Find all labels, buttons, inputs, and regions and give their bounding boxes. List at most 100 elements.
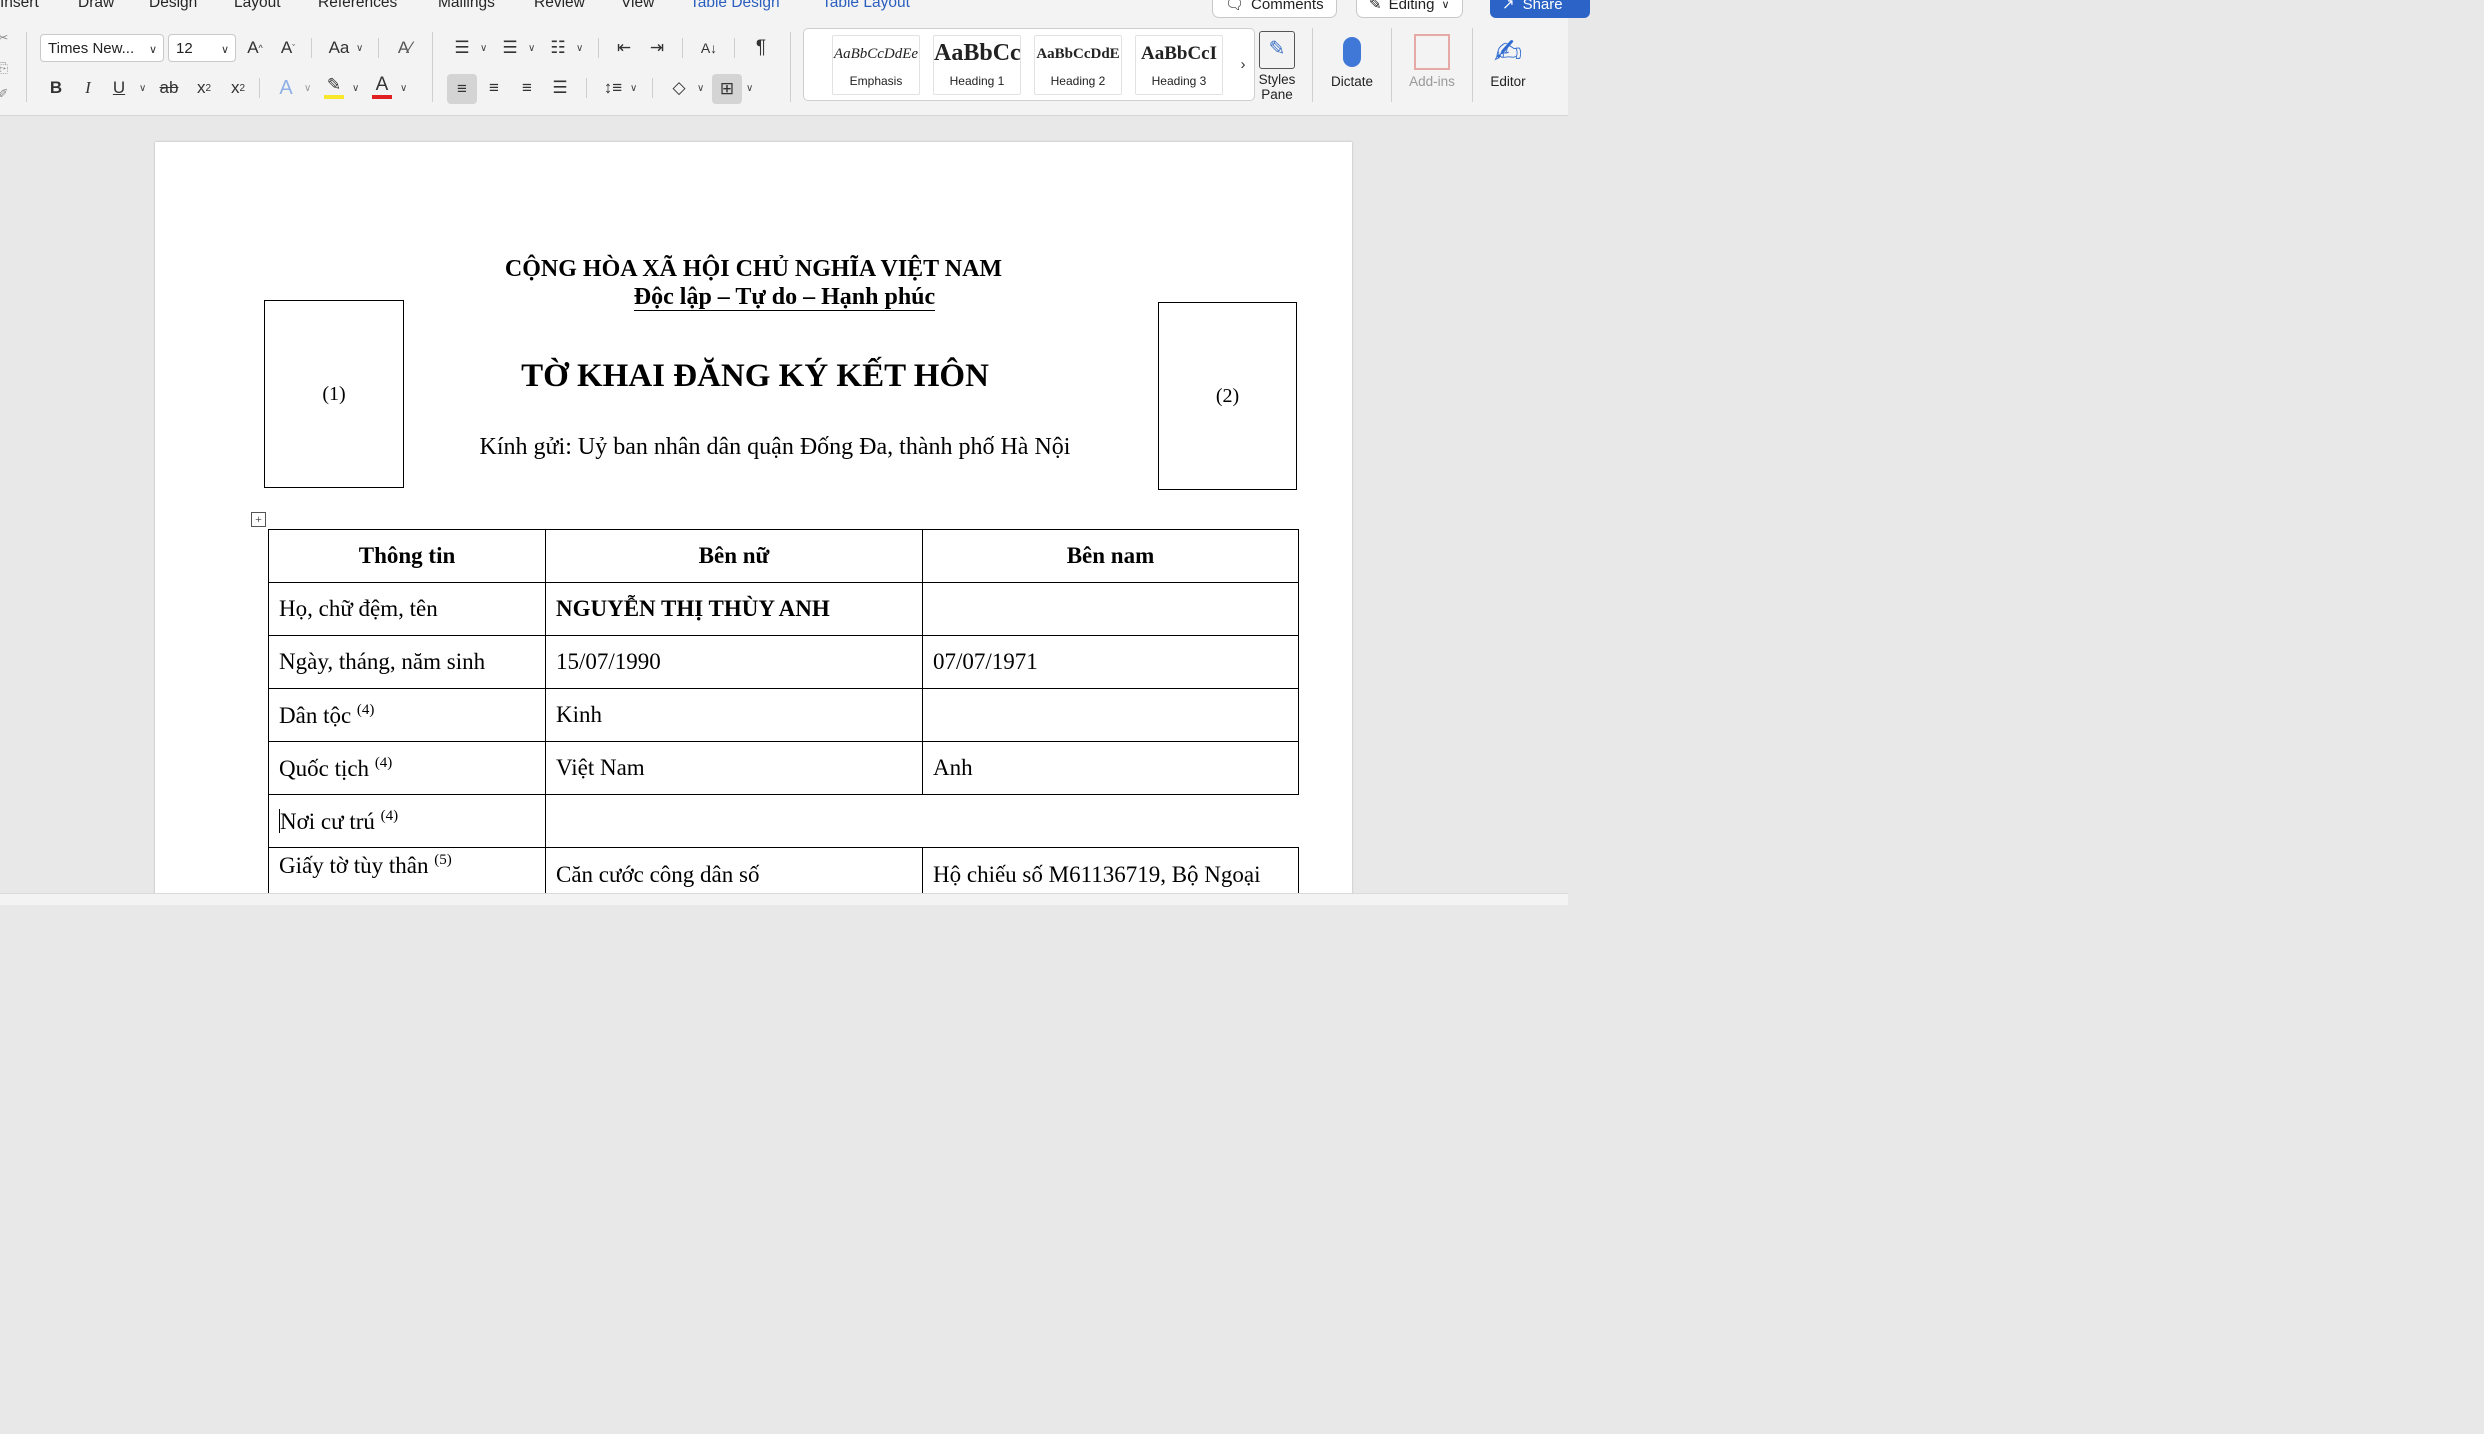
female-value-cell[interactable]: Việt Nam	[545, 741, 923, 795]
style-sample: AaBbCcDdE	[1036, 46, 1120, 62]
male-value-cell[interactable]: Anh	[922, 741, 1299, 795]
tab-review[interactable]: Review	[534, 0, 585, 12]
change-case-icon[interactable]: Aa	[325, 36, 353, 60]
superscript-icon[interactable]: x2	[226, 76, 250, 100]
male-value-cell[interactable]	[922, 688, 1299, 742]
footnote-ref: (4)	[380, 807, 399, 824]
chevron-down-icon[interactable]: ∨	[630, 83, 637, 94]
style-emphasis[interactable]: AaBbCcDdEe Emphasis	[832, 35, 920, 95]
chevron-down-icon[interactable]: ∨	[139, 83, 146, 94]
chevron-down-icon[interactable]: ∨	[356, 43, 363, 54]
numbering-icon[interactable]: ☰	[498, 36, 522, 60]
document-page[interactable]: CỘNG HÒA XÃ HỘI CHỦ NGHĨA VIỆT NAM Độc l…	[155, 142, 1352, 902]
tab-view[interactable]: View	[621, 0, 654, 12]
share-button[interactable]: ↗ Share	[1490, 0, 1590, 18]
format-painter-icon[interactable]: ✐	[0, 86, 10, 102]
pencil-icon: ✎	[1369, 0, 1382, 13]
male-value: Hộ chiếu số M61136719, Bộ Ngoại	[933, 862, 1261, 887]
dictate-button[interactable]: Dictate	[1322, 30, 1382, 89]
styles-pane-button[interactable]: ✎ Styles Pane	[1251, 30, 1303, 102]
row-label: Nơi cư trú	[280, 808, 375, 834]
grow-font-icon[interactable]: A ^	[243, 36, 267, 60]
font-color-icon[interactable]: A	[370, 74, 394, 96]
chevron-down-icon[interactable]: ∨	[528, 43, 535, 54]
row-label-cell[interactable]: Dân tộc (4)	[268, 688, 546, 742]
chevron-down-icon[interactable]: ∨	[400, 83, 407, 94]
bold-icon[interactable]: B	[45, 76, 67, 100]
chevron-down-icon[interactable]: ∨	[352, 83, 359, 94]
style-heading-3[interactable]: AaBbCcI Heading 3	[1135, 35, 1223, 95]
editing-label: Editing	[1388, 0, 1435, 13]
tab-table-layout[interactable]: Table Layout	[822, 0, 910, 12]
row-label: Họ, chữ đệm, tên	[279, 596, 438, 621]
decrease-indent-icon[interactable]: ⇤	[612, 36, 636, 60]
row-label-cell[interactable]: Họ, chữ đệm, tên	[268, 582, 546, 636]
male-value-cell[interactable]: 07/07/1971	[922, 635, 1299, 689]
female-value: 15/07/1990	[556, 649, 661, 674]
style-label: Heading 3	[1151, 74, 1207, 88]
female-value-cell[interactable]: 15/07/1990	[545, 635, 923, 689]
tab-mailings[interactable]: Mailings	[438, 0, 495, 12]
comments-button[interactable]: 🗨 Comments	[1212, 0, 1337, 18]
font-size-dropdown[interactable]: 12 ∨	[168, 34, 236, 62]
tab-design[interactable]: Design	[149, 0, 197, 12]
copy-icon[interactable]: ⎘	[0, 60, 10, 76]
female-value-cell[interactable]: Kinh	[545, 688, 923, 742]
underline-icon[interactable]: U	[108, 76, 130, 100]
male-value: 07/07/1971	[933, 649, 1038, 674]
borders-icon[interactable]: ⊞	[712, 74, 742, 104]
cut-icon[interactable]: ✂	[0, 30, 10, 46]
chevron-down-icon[interactable]: ∨	[304, 83, 311, 94]
align-center-icon[interactable]: ≡	[482, 76, 506, 100]
style-heading-2[interactable]: AaBbCcDdE Heading 2	[1034, 35, 1122, 95]
font-size-value: 12	[176, 39, 193, 57]
table-move-handle-icon[interactable]: +	[251, 512, 266, 527]
italic-icon[interactable]: I	[77, 76, 99, 100]
tab-references[interactable]: References	[318, 0, 397, 12]
tab-draw[interactable]: Draw	[78, 0, 114, 12]
comments-label: Comments	[1251, 0, 1324, 13]
font-name-value: Times New...	[48, 39, 135, 57]
subscript-icon[interactable]: x2	[192, 76, 216, 100]
highlighter-icon[interactable]: ✎	[322, 74, 346, 96]
chevron-down-icon[interactable]: ∨	[480, 43, 487, 54]
editing-mode-button[interactable]: ✎ Editing ∨	[1356, 0, 1463, 18]
bullets-icon[interactable]: ☰	[450, 36, 474, 60]
chevron-down-icon[interactable]: ∨	[576, 43, 583, 54]
female-value-cell[interactable]: NGUYỄN THỊ THÙY ANH	[545, 582, 923, 636]
style-label: Emphasis	[849, 74, 903, 88]
align-left-icon[interactable]: ≡	[447, 74, 477, 104]
align-right-icon[interactable]: ≡	[515, 76, 539, 100]
sort-icon[interactable]: A↓	[696, 36, 722, 60]
dictate-label: Dictate	[1330, 74, 1374, 89]
shading-icon[interactable]: ◇	[667, 76, 691, 100]
row-label-cell[interactable]: Ngày, tháng, năm sinh	[268, 635, 546, 689]
chevron-right-icon[interactable]: ›	[1236, 53, 1250, 75]
residence-value-cell[interactable]	[545, 794, 1299, 848]
ribbon: Insert Draw Design Layout References Mai…	[0, 0, 1590, 116]
increase-indent-icon[interactable]: ⇥	[645, 36, 669, 60]
show-formatting-marks-icon[interactable]: ¶	[749, 36, 773, 60]
row-label: Dân tộc	[279, 702, 352, 728]
editor-button[interactable]: ✍ Editor	[1480, 30, 1536, 89]
line-spacing-icon[interactable]: ↕≡	[600, 76, 626, 100]
chevron-down-icon: ∨	[148, 44, 157, 56]
tab-table-design[interactable]: Table Design	[690, 0, 780, 12]
tab-layout[interactable]: Layout	[234, 0, 281, 12]
chevron-down-icon[interactable]: ∨	[697, 83, 704, 94]
text-effects-icon[interactable]: A	[274, 76, 298, 100]
chevron-down-icon[interactable]: ∨	[746, 83, 753, 94]
style-heading-1[interactable]: AaBbCc Heading 1	[933, 35, 1021, 95]
strikethrough-icon[interactable]: ab	[156, 76, 182, 100]
style-label: Heading 1	[949, 74, 1005, 88]
font-name-dropdown[interactable]: Times New... ∨	[40, 34, 164, 62]
clear-formatting-icon[interactable]: A⁄	[392, 36, 418, 60]
male-value-cell[interactable]	[922, 582, 1299, 636]
justify-icon[interactable]: ☰	[548, 76, 572, 100]
addins-button[interactable]: Add-ins	[1400, 30, 1464, 89]
multilevel-list-icon[interactable]: ☷	[546, 36, 570, 60]
shrink-font-icon[interactable]: Aˇ	[276, 36, 300, 60]
row-label-cell[interactable]: Nơi cư trú (4)	[268, 794, 546, 848]
row-label-cell[interactable]: Quốc tịch (4)	[268, 741, 546, 795]
tab-insert[interactable]: Insert	[0, 0, 39, 12]
